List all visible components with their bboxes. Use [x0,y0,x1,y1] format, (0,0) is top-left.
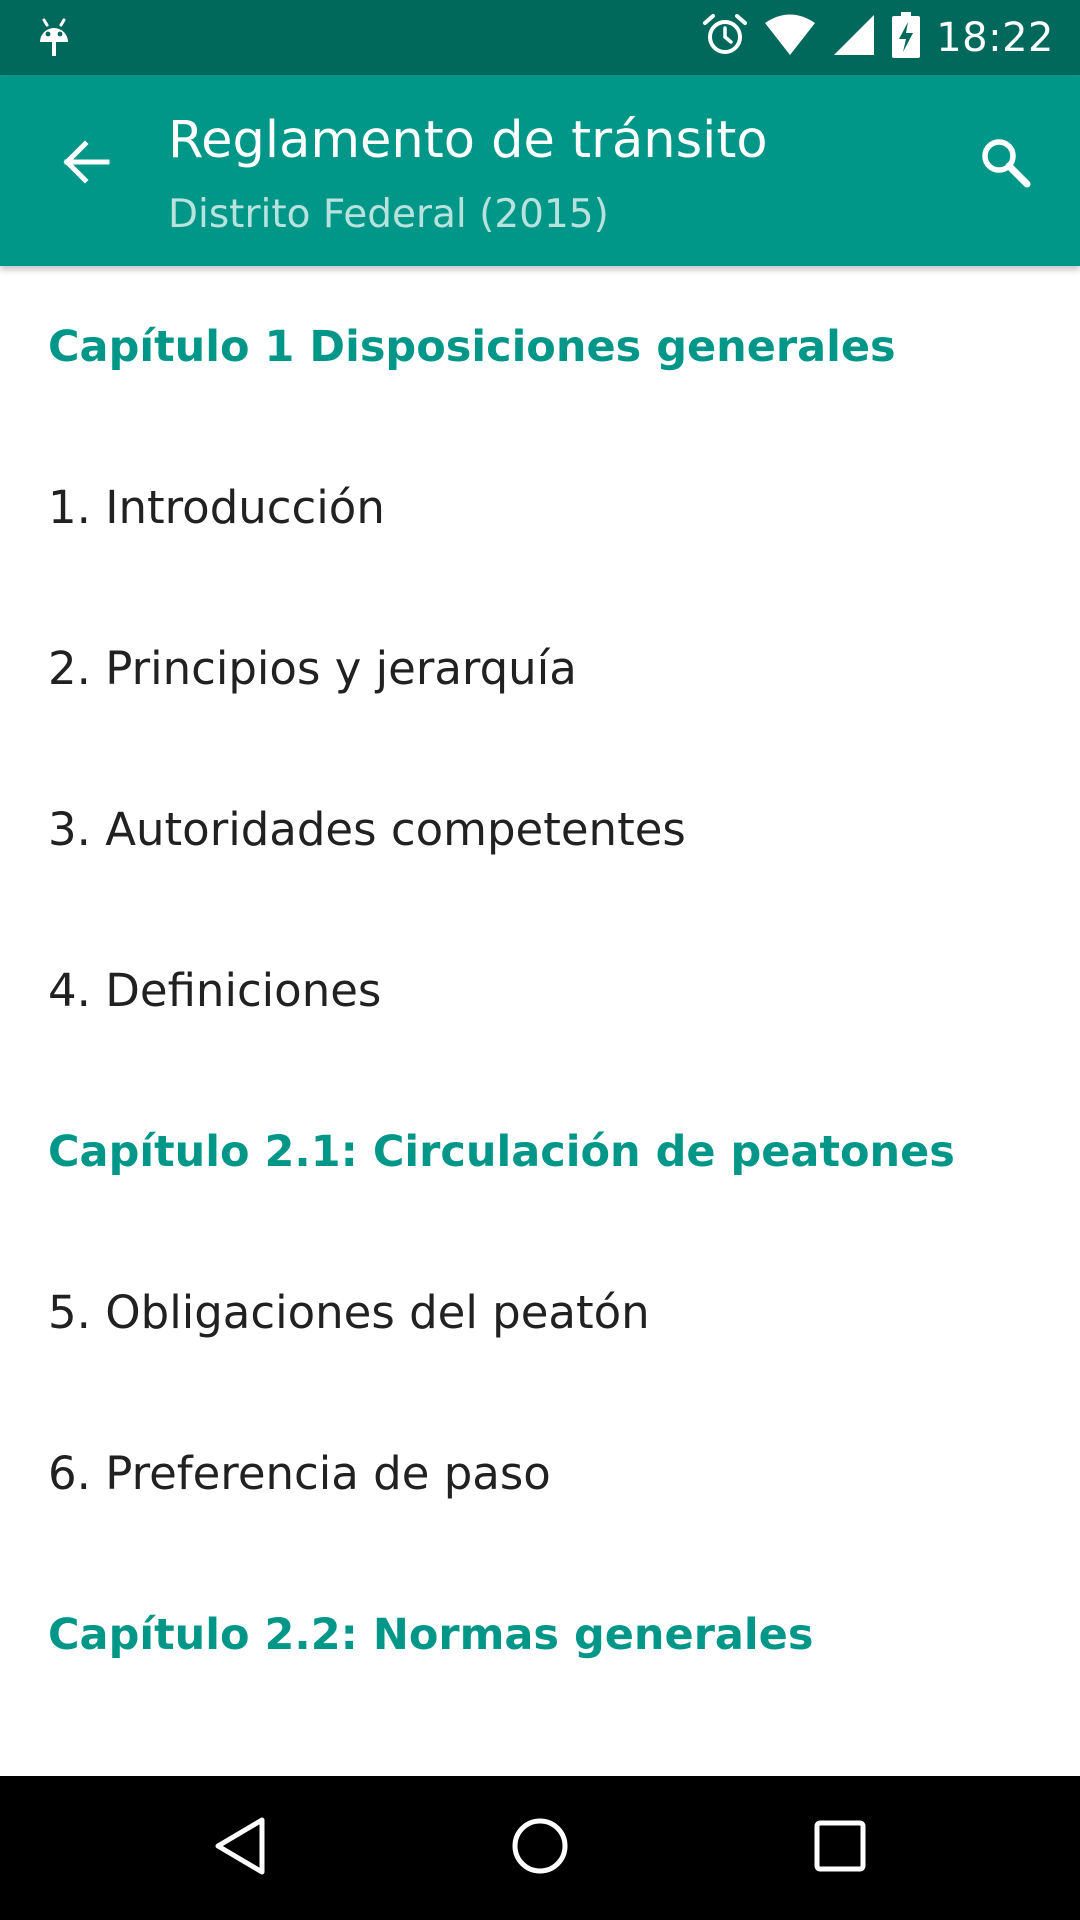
clock-time: 18:22 [936,14,1054,61]
alarm-icon [702,12,748,63]
chapter-list: Capítulo 1 Disposiciones generales 1. In… [0,266,1080,1776]
nav-home-button[interactable] [490,1798,590,1898]
status-bar: 18:22 [0,0,1080,75]
nav-recents-button[interactable] [790,1798,890,1898]
back-button[interactable] [40,119,130,209]
list-item[interactable]: 2. Principios y jerarquía [0,588,1080,749]
app-toolbar: Reglamento de tránsito Distrito Federal … [0,75,1080,266]
list-item[interactable]: 5. Obligaciones del peatón [0,1232,1080,1393]
list-item[interactable]: 4. Definiciones [0,910,1080,1071]
page-title: Reglamento de tránsito [168,111,768,170]
page-subtitle: Distrito Federal (2015) [168,192,609,237]
list-item[interactable]: 3. Autoridades competentes [0,749,1080,910]
arrow-back-icon [59,136,111,193]
recents-square-icon [812,1818,868,1879]
chapter-header: Capítulo 2.1: Circulación de peatones [48,1126,955,1177]
status-icons: 18:22 [702,0,1054,75]
android-debug-icon [36,14,72,62]
system-navigation-bar [0,1776,1080,1920]
chapter-header: Capítulo 2.2: Normas generales [48,1609,814,1660]
chapter-header: Capítulo 1 Disposiciones generales [48,321,896,372]
battery-charging-icon [892,12,921,63]
home-circle-icon [510,1816,570,1881]
wifi-icon [764,14,816,61]
signal-icon [832,13,876,62]
search-icon [977,134,1033,195]
nav-back-button[interactable] [190,1798,290,1898]
back-triangle-icon [210,1814,270,1883]
search-button[interactable] [960,119,1050,209]
list-item[interactable]: 1. Introducción [0,427,1080,588]
list-item[interactable]: 6. Preferencia de paso [0,1393,1080,1554]
